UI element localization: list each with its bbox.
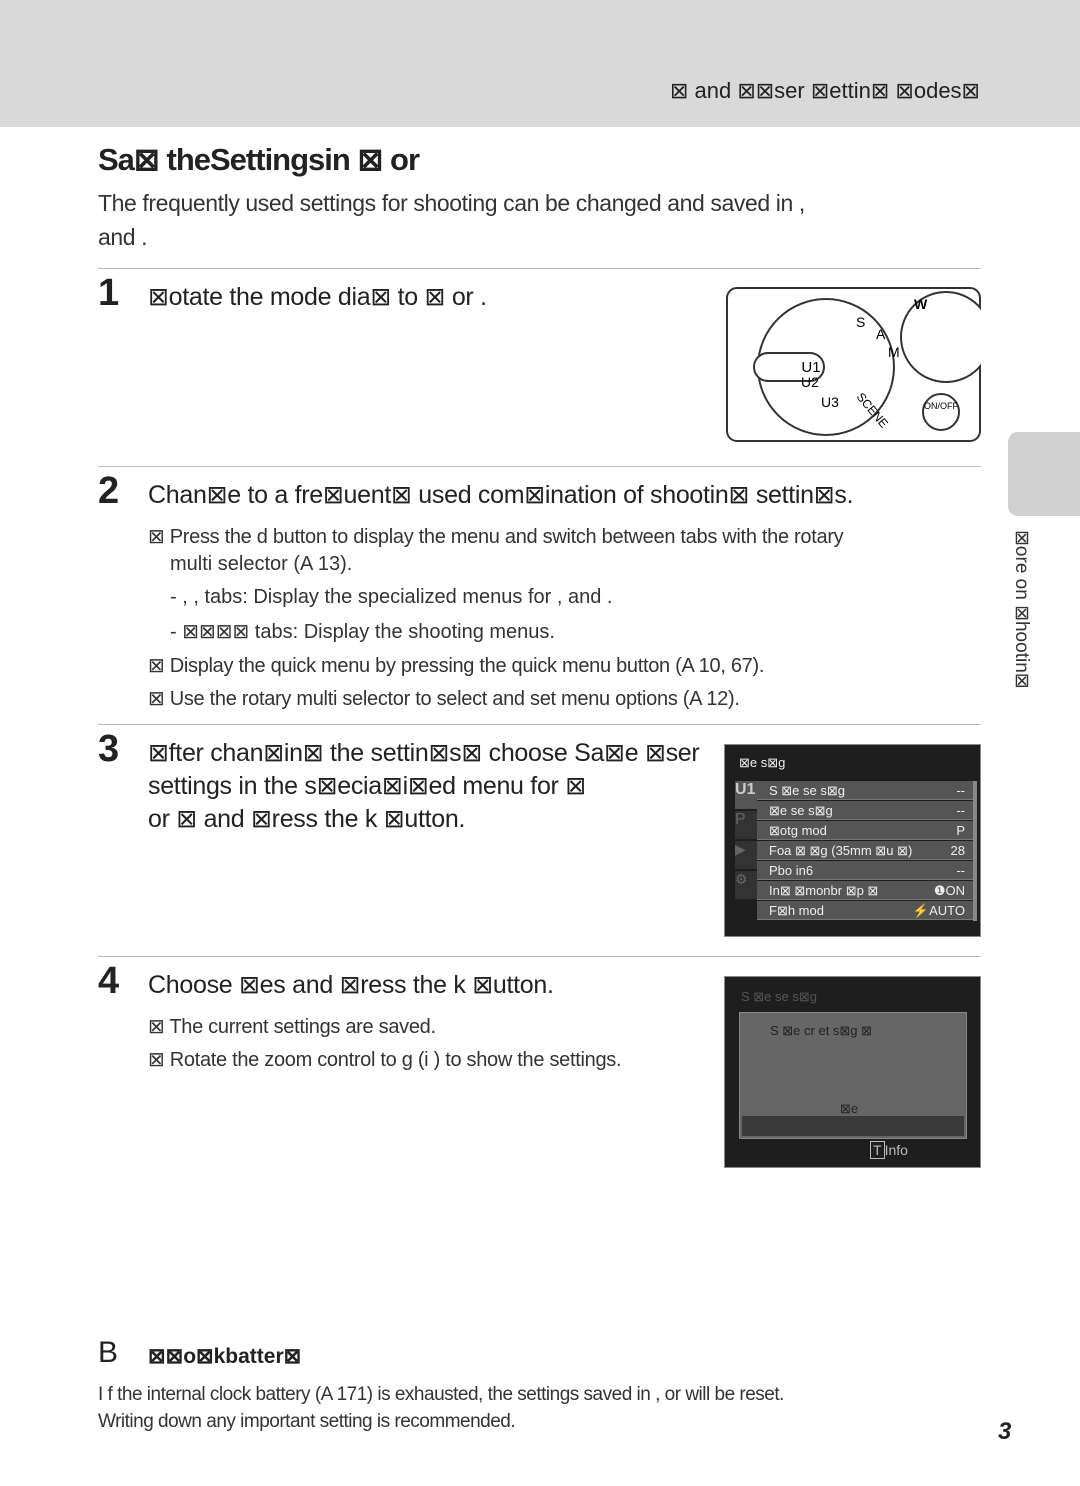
bullet: ⊠ Display the quick menu by pressing the… (148, 655, 765, 677)
confirm-question: S ⊠e cr et s⊠g ⊠ (770, 1023, 873, 1038)
side-label: ⊠ore on ⊠hootin⊠ (1011, 530, 1032, 689)
step-text: settings in the s⊠ecia⊠i⊠ed menu for ⊠ (148, 772, 586, 800)
tab-u1[interactable]: U1 (735, 781, 757, 809)
step-number: 1 (98, 272, 120, 314)
menu-screen: ⊠e s⊠g U1 P ▶ ⚙ S ⊠e se s⊠g -- ⊠e se s⊠g -… (724, 744, 981, 937)
menu-row[interactable]: S ⊠e se s⊠g -- (757, 781, 973, 800)
bullet: ⊠ Press the d button to display the menu… (148, 526, 844, 548)
step-text: or ⊠ and ⊠ress the k ⊠utton. (148, 805, 466, 833)
menu-row[interactable]: ⊠e se s⊠g -- (757, 801, 973, 820)
mode-dial-illustration: ON/OFF U1 S A M SCENE U3 U2 W (726, 287, 981, 442)
dial-onoff: ON/OFF (924, 401, 958, 411)
section-title: ⊠ and ⊠⊠ser ⊠ettin⊠ ⊠odes⊠ (669, 78, 980, 103)
bullet: - ⊠⊠⊠⊠ tabs: Display the shooting menus. (170, 621, 555, 643)
caution-icon: B (98, 1336, 119, 1369)
bullet: multi selector (A 13). (170, 553, 353, 575)
bullet: ⊠ Use the rotary multi selector to selec… (148, 688, 740, 710)
svg-text:U2: U2 (801, 374, 819, 390)
svg-text:S: S (856, 314, 865, 330)
menu-row[interactable]: Pbo in6 -- (757, 861, 973, 880)
note-text: Writing down any important setting is re… (98, 1411, 516, 1432)
step-text: ⊠fter chan⊠in⊠ the settin⊠s⊠ choose Sa⊠e… (148, 739, 700, 767)
scrollbar[interactable] (973, 781, 977, 921)
menu-row[interactable]: In⊠ ⊠monbr ⊠p ⊠ ❶ON (757, 881, 973, 900)
confirm-dialog: S ⊠e cr et s⊠g ⊠ ⊠e (739, 1012, 967, 1139)
note-text: I f the internal clock battery (A 171) i… (98, 1384, 784, 1405)
step-text: ⊠otate the mode dia⊠ to ⊠ or . (148, 283, 487, 311)
note-title: ⊠⊠o⊠kbatter⊠ (148, 1345, 302, 1368)
confirm-title: S ⊠e se s⊠g (741, 989, 817, 1004)
step-number: 4 (98, 960, 120, 1002)
page-title: Sa⊠ theSettingsin ⊠ or (98, 142, 420, 177)
bullet: ⊠ Rotate the zoom control to g (i ) to s… (148, 1049, 622, 1071)
svg-text:A: A (876, 326, 886, 342)
step-number: 2 (98, 470, 120, 512)
header-bar (0, 0, 1080, 127)
side-tab (1008, 432, 1080, 516)
divider (98, 724, 981, 725)
step-text: Choose ⊠es and ⊠ress the k ⊠utton. (148, 971, 554, 999)
step-text: Chan⊠e to a fre⊠uent⊠ used com⊠ination o… (148, 481, 854, 509)
intro-text-2: and . (98, 224, 148, 250)
svg-text:U3: U3 (821, 394, 839, 410)
tab-setup-icon[interactable]: ⚙ (735, 871, 757, 899)
tab-p[interactable]: P (735, 811, 757, 839)
bullet: ⊠ The current settings are saved. (148, 1016, 436, 1038)
page-number: 3 (998, 1418, 1012, 1445)
confirm-screen: S ⊠e se s⊠g S ⊠e cr et s⊠g ⊠ ⊠e T Info (724, 976, 981, 1168)
menu-row[interactable]: F⊠h mod ⚡AUTO (757, 901, 973, 920)
divider (98, 956, 981, 957)
divider (98, 466, 981, 467)
menu-row[interactable]: Foa ⊠ ⊠g (35mm ⊠u ⊠) 28 (757, 841, 973, 860)
info-hint: T Info (870, 1141, 908, 1159)
bullet: - , , tabs: Display the specialized menu… (170, 586, 613, 608)
intro-text: The frequently used settings for shootin… (98, 190, 805, 216)
no-option[interactable] (742, 1116, 964, 1136)
step-number: 3 (98, 728, 120, 770)
svg-text:M: M (888, 344, 900, 360)
yes-option[interactable]: ⊠e (840, 1101, 858, 1117)
svg-text:W: W (914, 296, 928, 312)
menu-row[interactable]: ⊠otg mod P (757, 821, 973, 840)
tab-playback-icon[interactable]: ▶ (735, 841, 757, 869)
menu-title: ⊠e s⊠g (739, 755, 786, 770)
divider (98, 268, 981, 269)
